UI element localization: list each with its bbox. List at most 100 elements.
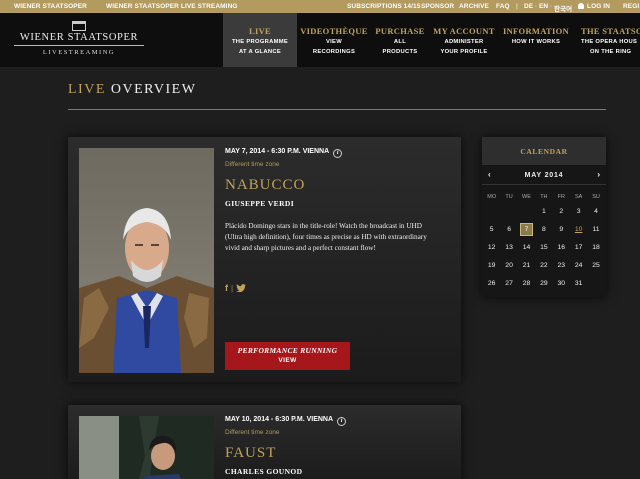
calendar-empty-cell (587, 276, 604, 294)
topbar-brand-link[interactable]: WIENER STAATSOPER (14, 3, 87, 10)
register-link[interactable]: REGI (623, 3, 639, 10)
calendar-grid: MO TU WE TH FR SA SU 1 2 3 4 5 6 7 8 9 10 11 12 13 14 15 16 17 1… (483, 192, 605, 294)
calendar-day: 21 (522, 262, 531, 269)
facebook-icon[interactable]: f (225, 283, 228, 293)
calendar-week-row: 5 6 7 8 9 10 11 (483, 222, 605, 240)
topbar-faq-link[interactable]: FAQ (496, 3, 510, 10)
calendar-day: 19 (487, 262, 496, 269)
nav-my-account[interactable]: MY ACCOUNT ADMINISTER YOUR PROFILE (429, 13, 499, 67)
stage-photo (79, 416, 214, 479)
calendar-widget: CALENDAR ‹ MAY 2014 › MO TU WE TH FR SA SU 1 2 3 4… (482, 137, 606, 297)
nav-live[interactable]: LIVE THE PROGRAMME AT A GLANCE (223, 13, 297, 67)
weekday-label: FR (557, 194, 565, 200)
topbar-streaming-link[interactable]: WIENER STAATSOPER LIVE STREAMING (106, 3, 238, 10)
event-title[interactable]: FAUST (225, 445, 276, 462)
lang-en-link[interactable]: EN (539, 3, 548, 10)
timezone-link[interactable]: Different time zone (225, 161, 279, 168)
event-date-text: MAY 7, 2014 - 6:30 P.M. VIENNA (225, 148, 330, 155)
calendar-day[interactable]: 7 (519, 223, 534, 236)
calendar-empty-cell (483, 204, 500, 222)
calendar-next-button[interactable]: › (597, 170, 600, 179)
calendar-day: 5 (489, 226, 494, 233)
page-title: LIVE OVERVIEW (68, 82, 196, 98)
calendar-day: 30 (557, 280, 566, 287)
calendar-week-row: 1 2 3 4 (483, 204, 605, 222)
title-divider (68, 109, 606, 110)
lang-ko-link[interactable]: 한국어 (554, 3, 572, 13)
nav-purchase[interactable]: PURCHASE ALL PRODUCTS (371, 13, 429, 67)
timezone-link[interactable]: Different time zone (225, 429, 279, 436)
nav-information-title: INFORMATION (503, 26, 569, 36)
topbar-subscriptions-link[interactable]: SUBSCRIPTIONS 14/15 (347, 3, 420, 10)
lang-de-link[interactable]: DE (524, 3, 533, 10)
calendar-day: 22 (540, 262, 548, 269)
weekday-label: SA (574, 194, 583, 200)
nav-the-staatsoper-sub2: ON THE RING (590, 49, 632, 55)
nav-videotheque[interactable]: VIDEOTHÈQUE VIEW RECORDINGS (297, 13, 371, 67)
weekday-label: MO (487, 194, 497, 200)
nav-the-staatsoper-sub1: THE OPERA HOUS (581, 39, 638, 45)
nav-the-staatsoper[interactable]: THE STAATSOP THE OPERA HOUS ON THE RING (573, 13, 640, 67)
calendar-day: 18 (592, 244, 600, 251)
nav-purchase-title: PURCHASE (375, 26, 425, 36)
main-header: WIENER STAATSOPER LIVESTREAMING LIVE THE… (0, 13, 640, 67)
calendar-week-row: 26 27 28 29 30 31 (483, 276, 605, 294)
calendar-day: 20 (505, 262, 513, 269)
calendar-day: 6 (507, 226, 511, 233)
logo-divider (14, 45, 144, 46)
event-composer: CHARLES GOUNOD (225, 467, 303, 476)
logo-subtitle: LIVESTREAMING (42, 49, 116, 56)
calendar-day: 4 (594, 208, 598, 215)
event-description: Plácido Domingo stars in the title-role!… (225, 222, 427, 252)
calendar-day: 28 (522, 280, 531, 287)
twitter-icon[interactable] (236, 284, 247, 292)
nav-my-account-sub1: ADMINISTER (444, 39, 484, 45)
top-bar: WIENER STAATSOPER WIENER STAATSOPER LIVE… (0, 0, 640, 13)
calendar-weekday-row: MO TU WE TH FR SA SU (483, 192, 605, 204)
performance-status: PERFORMANCE RUNNING (237, 346, 338, 355)
calendar-day[interactable]: 10 (570, 222, 587, 240)
user-icon (578, 3, 584, 9)
view-label: VIEW (278, 357, 297, 364)
weekday-label: SU (592, 194, 600, 200)
weekday-label: TU (505, 194, 513, 200)
event-card: MAY 7, 2014 - 6:30 P.M. VIENNA i Differen… (68, 137, 461, 382)
calendar-month-bar: ‹ MAY 2014 › (482, 167, 606, 185)
nav-live-title: LIVE (249, 26, 271, 36)
calendar-day: 29 (540, 280, 548, 287)
page-title-accent: LIVE (68, 82, 106, 97)
performance-running-button[interactable]: PERFORMANCE RUNNING VIEW (225, 342, 350, 370)
calendar-day: 27 (505, 280, 513, 287)
calendar-day: 3 (576, 208, 581, 215)
calendar-heading: CALENDAR (482, 137, 606, 165)
calendar-day: 16 (557, 244, 566, 251)
calendar-day: 8 (541, 226, 546, 233)
topbar-sponsor-link[interactable]: SPONSOR (421, 3, 454, 10)
page-title-rest: OVERVIEW (110, 82, 197, 97)
logo-name: WIENER STAATSOPER (19, 32, 139, 43)
info-icon[interactable]: i (333, 149, 343, 158)
calendar-day: 26 (487, 280, 496, 287)
social-links: f | (225, 283, 247, 293)
calendar-week-row: 12 13 14 15 16 17 18 (483, 240, 605, 258)
event-date: MAY 10, 2014 - 6:30 P.M. VIENNA i (225, 416, 347, 426)
calendar-empty-cell (500, 204, 517, 222)
info-icon[interactable]: i (337, 417, 347, 426)
login-link[interactable]: LOG IN (578, 3, 610, 10)
calendar-day: 31 (574, 280, 583, 287)
calendar-day: 2 (559, 208, 564, 215)
opera-house-icon (72, 21, 86, 31)
nav-purchase-sub2: PRODUCTS (382, 49, 418, 55)
calendar-week-row: 19 20 21 22 23 24 25 (483, 258, 605, 276)
event-title[interactable]: NABUCCO (225, 177, 305, 194)
topbar-archive-link[interactable]: ARCHIVE (459, 3, 489, 10)
calendar-day: 14 (522, 244, 531, 251)
event-image[interactable] (79, 416, 214, 479)
nav-videotheque-sub2: RECORDINGS (312, 49, 356, 55)
nav-purchase-sub1: ALL (393, 39, 407, 45)
event-image[interactable] (79, 148, 214, 373)
event-card: MAY 10, 2014 - 6:30 P.M. VIENNA i Differe… (68, 405, 461, 479)
site-logo[interactable]: WIENER STAATSOPER LIVESTREAMING (14, 21, 144, 61)
calendar-day: 25 (592, 262, 600, 269)
nav-information[interactable]: INFORMATION HOW IT WORKS (499, 13, 573, 67)
